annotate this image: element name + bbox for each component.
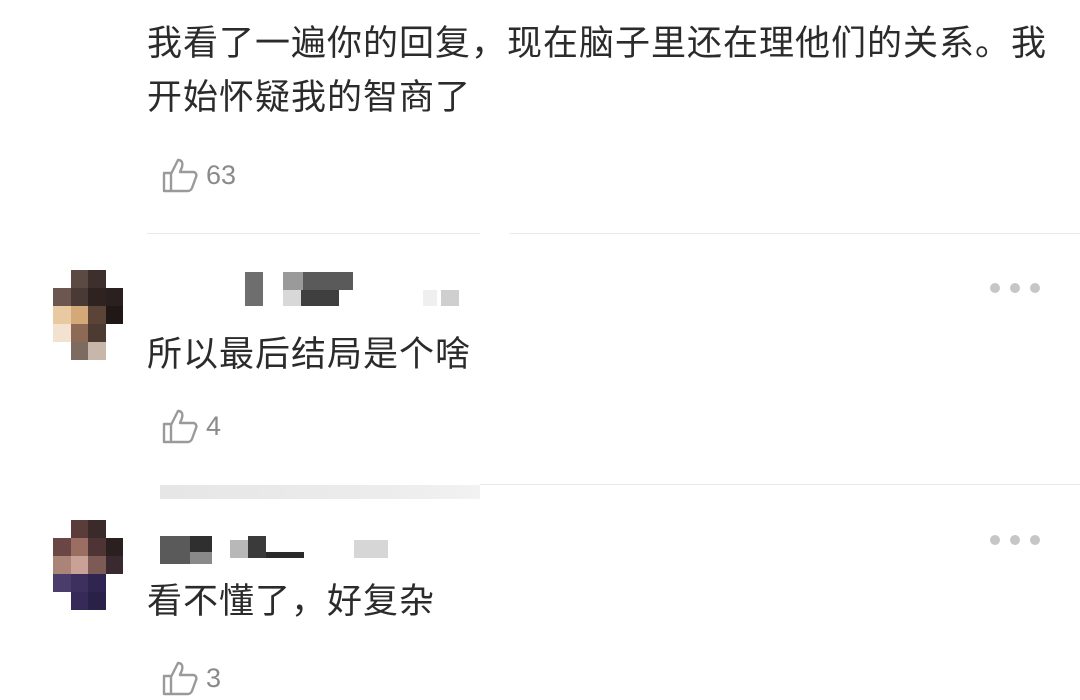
comment-text: 我看了一遍你的回复，现在脑子里还在理他们的关系。我开始怀疑我的智商了 [147, 24, 1048, 118]
like-button[interactable]: 3 [160, 656, 221, 700]
avatar[interactable] [53, 270, 123, 360]
blurred-divider [160, 485, 480, 499]
avatar[interactable] [53, 520, 123, 610]
divider [480, 484, 1080, 485]
comment-text: 看不懂了，好复杂 [147, 582, 436, 622]
like-count: 63 [206, 159, 237, 190]
like-count: 3 [206, 662, 222, 693]
more-options-button[interactable] [990, 276, 1040, 300]
dot-icon [990, 283, 1000, 293]
comment-item-2: 所以最后结局是个啥 4 [0, 234, 1080, 484]
like-count: 4 [206, 410, 222, 441]
comment-item-1: 我看了一遍你的回复，现在脑子里还在理他们的关系。我开始怀疑我的智商了 63 [0, 0, 1080, 234]
comment-text: 所以最后结局是个啥 [147, 335, 472, 375]
like-button[interactable]: 63 [160, 153, 236, 197]
dot-icon [990, 535, 1000, 545]
dot-icon [1010, 535, 1020, 545]
dot-icon [1030, 283, 1040, 293]
dot-icon [1030, 535, 1040, 545]
like-button[interactable]: 4 [160, 404, 221, 448]
thumbs-up-icon [162, 158, 198, 193]
comment-item-3: 看不懂了，好复杂 3 [0, 500, 1080, 696]
username-pixelated[interactable] [160, 536, 400, 572]
dot-icon [1010, 283, 1020, 293]
more-options-button[interactable] [990, 528, 1040, 552]
thumbs-up-icon [162, 661, 198, 696]
thumbs-up-icon [162, 409, 198, 444]
username-pixelated[interactable] [245, 272, 465, 308]
